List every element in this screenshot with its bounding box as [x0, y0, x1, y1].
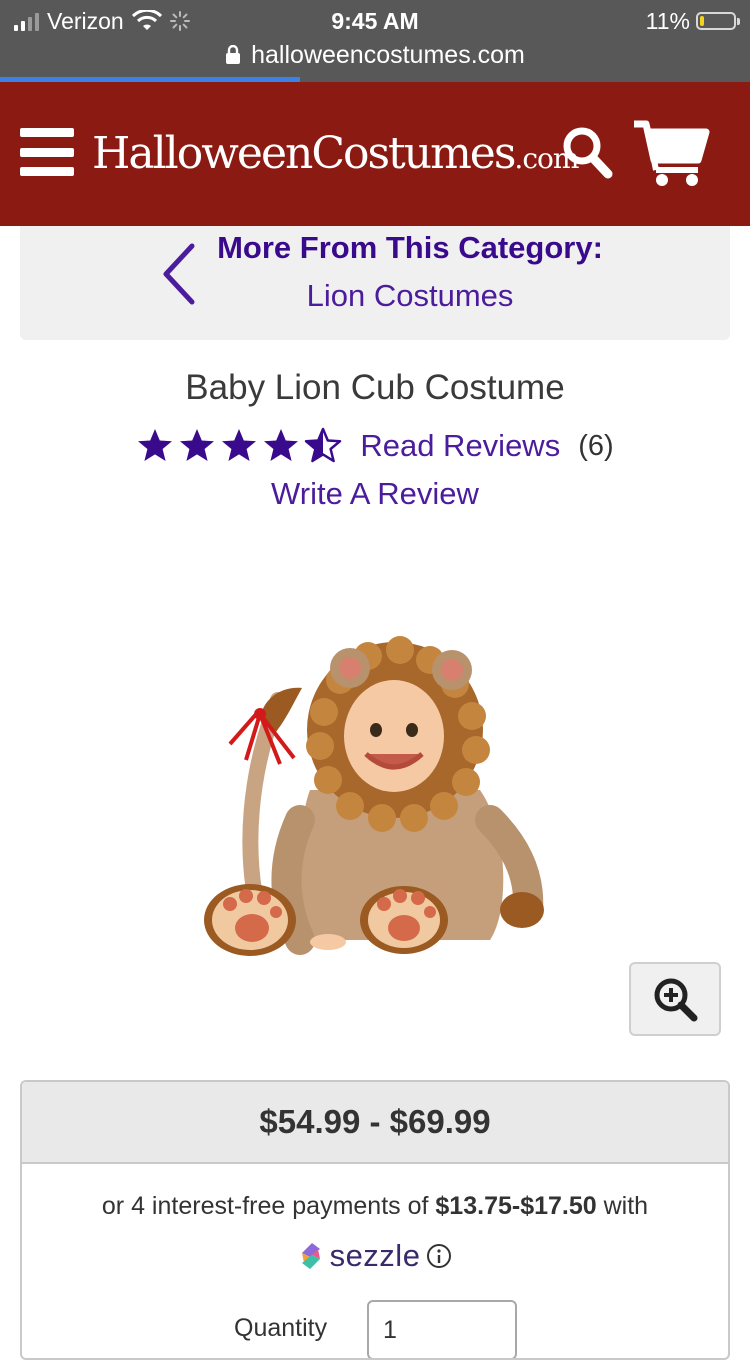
cart-icon[interactable]: [632, 118, 710, 188]
battery-icon: [696, 12, 740, 30]
quantity-input[interactable]: [367, 1300, 517, 1358]
battery-percent: 11%: [645, 7, 690, 34]
sezzle-brand[interactable]: sezzle: [22, 1238, 728, 1274]
site-logo[interactable]: HalloweenCostumes .com: [92, 124, 579, 184]
lock-icon: [226, 45, 241, 64]
sezzle-logo-icon: [301, 1243, 320, 1269]
sezzle-prefix: or 4 interest-free payments of: [101, 1192, 429, 1220]
product-title: Baby Lion Cub Costume: [185, 368, 565, 407]
url-text: halloweencostumes.com: [251, 40, 525, 69]
quantity-label: Quantity: [234, 1314, 328, 1342]
search-icon[interactable]: [560, 122, 616, 182]
star-half-icon: [304, 427, 342, 465]
zoom-button[interactable]: [629, 962, 721, 1036]
category-link[interactable]: Lion Costumes: [170, 278, 650, 314]
star-full-icon: [262, 427, 300, 465]
status-time: 9:45 AM: [331, 7, 419, 34]
status-right: 11%: [645, 6, 740, 36]
star-full-icon: [136, 427, 174, 465]
star-full-icon: [220, 427, 258, 465]
sezzle-wordmark: sezzle: [329, 1238, 421, 1273]
sezzle-amount: $13.75-$17.50: [435, 1192, 597, 1220]
product-image[interactable]: [190, 620, 560, 970]
review-count: (6): [578, 429, 614, 462]
browser-status-bar: Verizon 9:45 AM 11% halloweencostumes.co…: [0, 0, 750, 82]
category-box: More From This Category: Lion Costumes: [20, 226, 730, 340]
info-icon[interactable]: [426, 1243, 452, 1269]
price-panel: $54.99 - $69.99 or 4 interest-free payme…: [20, 1080, 730, 1360]
read-reviews-link[interactable]: Read Reviews: [360, 428, 560, 464]
address-bar[interactable]: halloweencostumes.com: [0, 38, 750, 72]
site-header: HalloweenCostumes .com: [0, 82, 750, 226]
logo-text: HalloweenCostumes: [92, 128, 516, 179]
sezzle-suffix: with: [603, 1192, 649, 1220]
zoom-in-icon: [654, 978, 698, 1022]
star-full-icon: [178, 427, 216, 465]
write-review-link[interactable]: Write A Review: [0, 476, 750, 512]
star-rating: [136, 427, 342, 465]
rating-row: Read Reviews (6): [0, 424, 750, 468]
sezzle-installment-text: or 4 interest-free payments of $13.75-$1…: [22, 1192, 728, 1221]
price-range: $54.99 - $69.99: [22, 1082, 728, 1164]
hamburger-menu-icon[interactable]: [20, 128, 74, 176]
category-heading: More From This Category:: [217, 230, 603, 265]
